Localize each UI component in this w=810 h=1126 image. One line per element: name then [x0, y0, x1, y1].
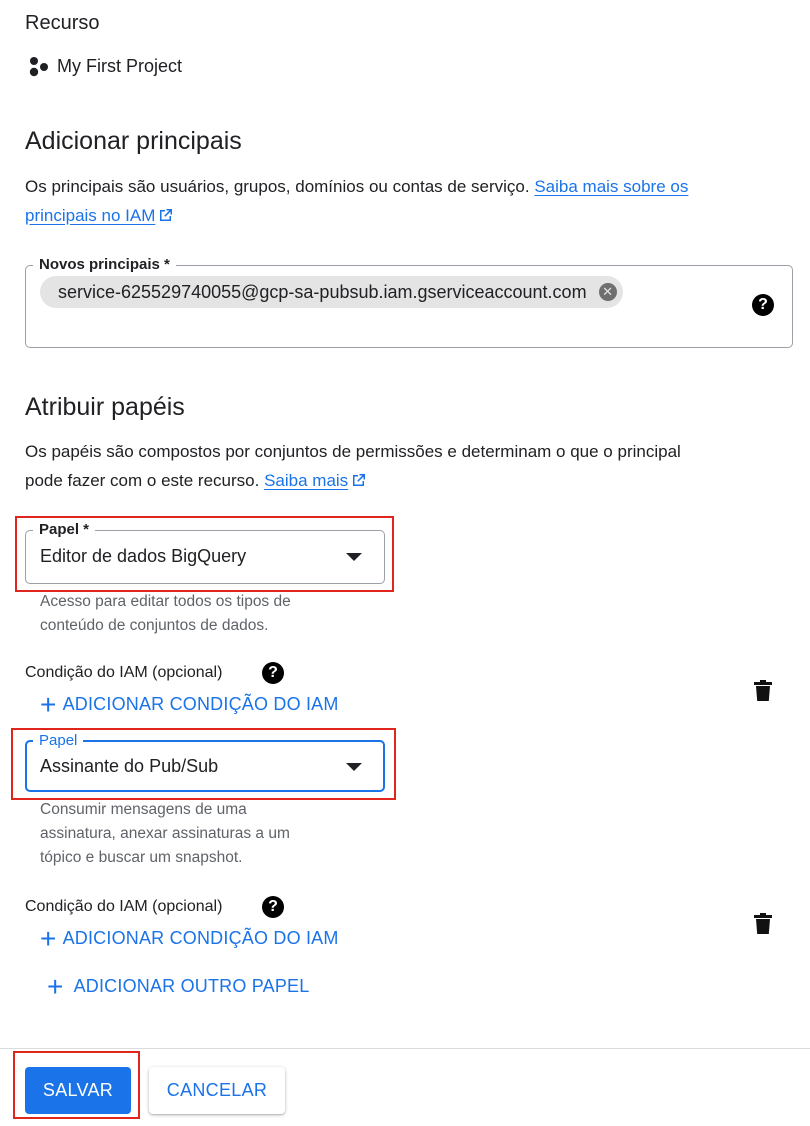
chip-remove-icon[interactable]: ✕ — [598, 283, 617, 301]
learn-more-link-line1: Saiba mais sobre os — [534, 177, 689, 196]
principal-chip: service-625529740055@gcp-sa-pubsub.iam.g… — [40, 276, 623, 308]
iam-condition-label-2: Condição do IAM (opcional) — [25, 898, 223, 915]
open-in-new-icon — [351, 468, 366, 497]
plus-icon: + — [40, 922, 57, 954]
trash-icon[interactable] — [753, 680, 773, 707]
role-select-1-label: Papel * — [33, 521, 96, 539]
help-icon[interactable]: ? — [262, 896, 284, 918]
save-button[interactable]: SALVAR — [25, 1067, 131, 1114]
footer-divider — [0, 1048, 810, 1049]
principal-chip-text: service-625529740055@gcp-sa-pubsub.iam.g… — [58, 282, 587, 302]
add-principals-title: Adicionar principais — [25, 127, 242, 155]
open-in-new-icon — [158, 203, 173, 232]
learn-more-link-line2: principais no IAM — [25, 206, 156, 225]
project-dots-icon — [28, 56, 50, 78]
cancel-button[interactable]: CANCELAR — [149, 1067, 285, 1114]
role-1-hint: Acesso para editar todos os tipos de con… — [40, 590, 291, 638]
add-iam-condition-button-1[interactable]: + ADICIONAR CONDIÇÃO DO IAM — [40, 688, 339, 720]
help-icon[interactable]: ? — [752, 294, 774, 316]
add-principals-description-text: Os principais são usuários, grupos, domí… — [25, 177, 530, 196]
iam-condition-label-1: Condição do IAM (opcional) — [25, 664, 223, 681]
chevron-down-icon[interactable] — [346, 763, 362, 771]
role-2-hint-line: tópico e buscar um snapshot. — [40, 849, 243, 866]
add-another-role-label: ADICIONAR OUTRO PAPEL — [73, 976, 310, 996]
plus-icon: + — [47, 970, 64, 1002]
add-principals-description: Os principais são usuários, grupos, domí… — [25, 172, 795, 232]
new-principals-label: Novos principais * — [33, 256, 176, 274]
role-select-1-value: Editor de dados BigQuery — [40, 546, 247, 566]
add-iam-condition-label: ADICIONAR CONDIÇÃO DO IAM — [62, 928, 339, 948]
assign-roles-description: Os papéis são compostos por conjuntos de… — [25, 437, 795, 497]
plus-icon: + — [40, 688, 57, 720]
add-iam-condition-label: ADICIONAR CONDIÇÃO DO IAM — [62, 694, 339, 714]
assign-roles-description-line2: pode fazer com o este recurso. — [25, 471, 260, 490]
role-1-hint-line: Acesso para editar todos os tipos de — [40, 593, 291, 610]
role-2-hint-line: assinatura, anexar assinaturas a um — [40, 825, 290, 842]
role-1-hint-line: conteúdo de conjuntos de dados. — [40, 617, 269, 634]
assign-roles-description-line1: Os papéis são compostos por conjuntos de… — [25, 442, 681, 461]
assign-roles-title: Atribuir papéis — [25, 393, 185, 421]
trash-icon[interactable] — [753, 913, 773, 940]
role-select-2-label: Papel — [33, 732, 84, 750]
add-iam-condition-button-2[interactable]: + ADICIONAR CONDIÇÃO DO IAM — [40, 922, 339, 954]
role-2-hint-line: Consumir mensagens de uma — [40, 801, 247, 818]
help-icon[interactable]: ? — [262, 662, 284, 684]
project-name: My First Project — [57, 56, 183, 76]
chevron-down-icon[interactable] — [346, 553, 362, 561]
resource-label: Recurso — [25, 12, 100, 34]
role-2-hint: Consumir mensagens de uma assinatura, an… — [40, 798, 290, 870]
role-select-2-value: Assinante do Pub/Sub — [40, 756, 219, 776]
learn-more-roles-link[interactable]: Saiba mais — [264, 471, 348, 490]
add-another-role-button[interactable]: + ADICIONAR OUTRO PAPEL — [47, 970, 310, 1002]
